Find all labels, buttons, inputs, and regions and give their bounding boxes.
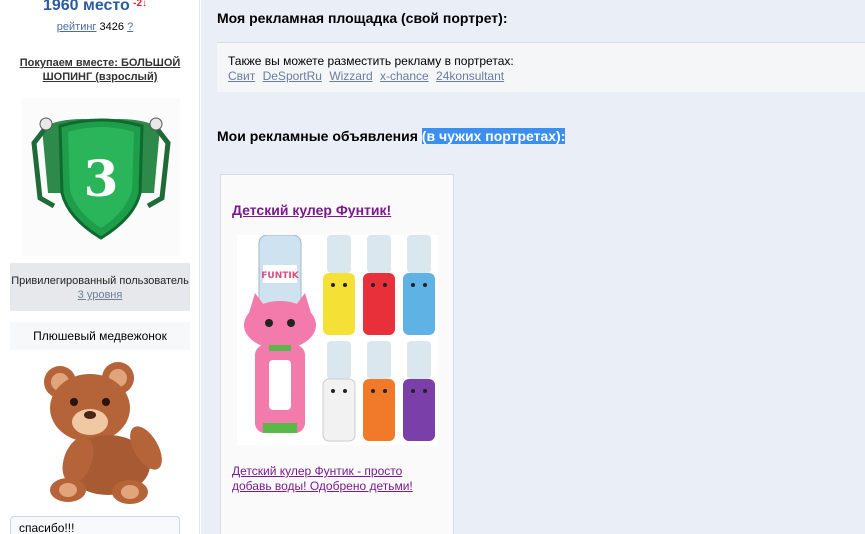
portrait-link-24konsultant[interactable]: 24konsultant [436,69,504,83]
teddy-bear-icon [44,362,162,504]
rating-line: рейтинг 3426 ? [0,21,190,33]
ad-image[interactable]: FUNTIK [237,235,438,445]
portrait-link-wizzard[interactable]: Wizzard [329,69,372,83]
sidebar: 1960 место -2↓ рейтинг 3426 ? Покупаем в… [0,0,200,534]
rank-place: 1960 место [42,0,130,14]
rating-help-link[interactable]: ? [127,21,133,33]
rank-delta: -2↓ [133,0,148,9]
portrait-links: Свит DeSportRu Wizzard x-chance 24konsul… [228,69,865,84]
comment-box[interactable]: спасибо!!! [10,516,180,534]
water-cooler-image: FUNTIK [244,235,435,442]
privileged-level-link[interactable]: 3 уровня [78,289,123,301]
gift-title: Плюшевый медвежонок [10,322,190,350]
my-ads-title-selected: (в чужих портретах): [421,128,566,144]
rank-block: 1960 место -2↓ [0,0,190,18]
my-platform-title: Моя рекламная площадка (свой портрет): [217,10,508,26]
badge-number: 3 [84,149,119,208]
privileged-user-box: Привилегированный пользователь 3 уровня [10,263,190,311]
portrait-link-desportru[interactable]: DeSportRu [263,69,322,83]
portrait-ads-text: Также вы можете разместить рекламу в пор… [228,54,514,68]
main-content: Моя рекламная площадка (свой портрет): Т… [201,0,865,534]
rating-link[interactable]: рейтинг [57,21,97,33]
ad-card: Детский кулер Фунтик! FUNTIK Детский кул… [220,174,454,534]
shield-badge-icon: 3 [31,117,171,240]
ad-description-link[interactable]: Детский кулер Фунтик - просто добавь вод… [232,464,442,494]
svg-text:FUNTIK: FUNTIK [261,271,299,281]
group-link[interactable]: Покупаем вместе: БОЛЬШОЙ ШОПИНГ (взрослы… [10,56,190,84]
privileged-text: Привилегированный пользователь [11,275,189,287]
rating-value: 3426 [99,21,124,33]
portrait-ads-box: Также вы можете разместить рекламу в пор… [217,42,865,92]
my-ads-title: Мои рекламные объявления (в чужих портре… [217,128,566,144]
ad-title-link[interactable]: Детский кулер Фунтик! [232,202,391,218]
level-badge: 3 [22,98,180,256]
portrait-link-svit[interactable]: Свит [228,69,255,83]
portrait-link-x-chance[interactable]: x-chance [380,69,429,83]
my-ads-title-text: Мои рекламные объявления [217,128,418,144]
